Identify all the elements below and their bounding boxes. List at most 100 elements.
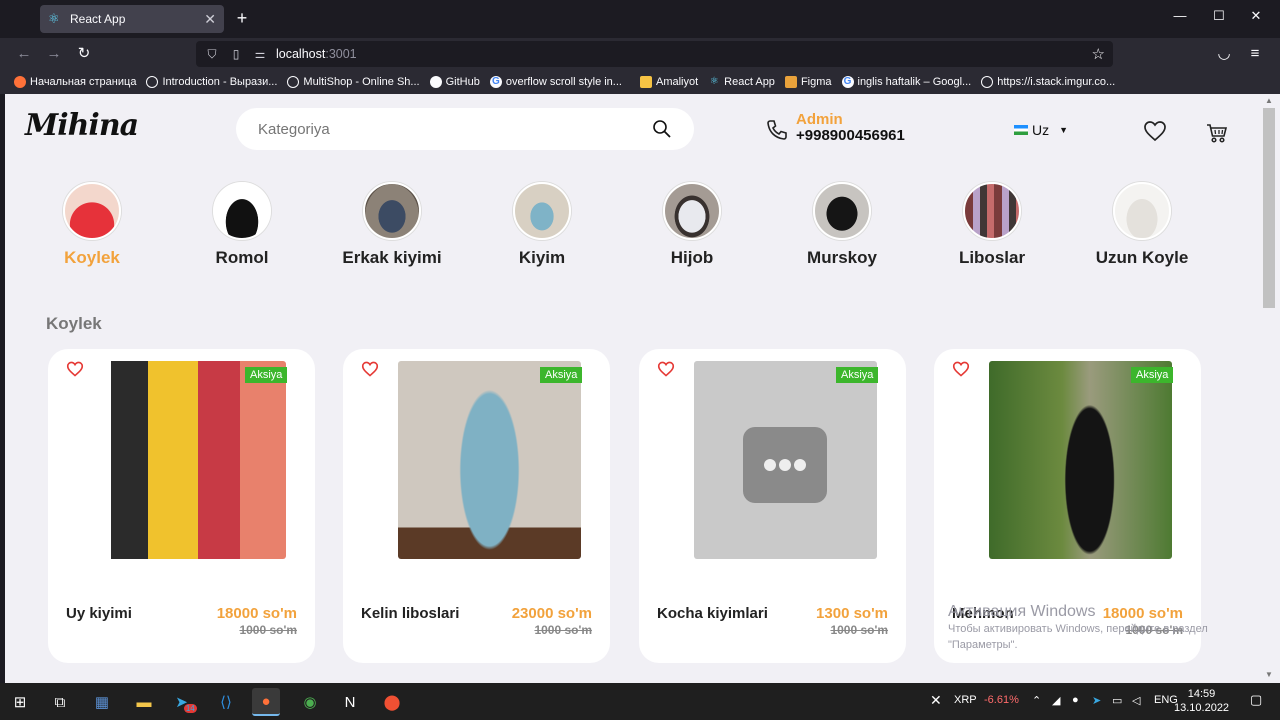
forward-icon[interactable]: → [44,44,64,64]
page-scrollbar[interactable]: ▲ ▼ [1261,94,1280,683]
react-icon: ⚛ [709,76,719,87]
file-explorer-icon[interactable]: ▬ [130,688,158,716]
bookmark-item[interactable]: GitHub [429,76,480,88]
section-title: Koylek [46,314,102,333]
heart-icon[interactable] [952,361,970,377]
url-bar[interactable]: ⛉ ▯ ⚌ localhost:3001 ☆ [196,41,1113,67]
tray-chevron-icon[interactable]: ⌃ [1032,694,1041,707]
sale-badge: Aksiya [836,367,879,383]
firefox-icon [14,76,26,88]
browser-tab[interactable]: ⚛ React App ✕ [40,5,224,33]
battery-icon[interactable]: ▭ [1112,694,1122,707]
close-window-icon[interactable]: ✕ [1246,8,1266,24]
notion-icon[interactable]: N [336,688,364,716]
bookmark-item[interactable]: Figma [784,76,832,88]
telegram-tray-icon[interactable]: ➤ [1092,694,1101,707]
globe-icon [287,76,300,88]
scroll-thumb[interactable] [1263,108,1275,308]
vscode-icon[interactable]: ⟨⟩ [212,688,240,716]
bookmark-item[interactable]: MultiShop - Online Sh... [287,76,420,88]
permissions-icon[interactable]: ⚌ [252,46,268,62]
product-image[interactable] [398,361,581,559]
clock-date: 13.10.2022 [1174,702,1230,714]
bookmark-item[interactable]: Goverflow scroll style in... [489,76,622,88]
menu-icon[interactable]: ≡ [1245,44,1265,64]
category-image [513,182,571,240]
language-label: Uz [1032,122,1050,138]
notifications-icon[interactable]: ▢ [1250,692,1262,708]
category-item[interactable]: Hijob [612,182,772,268]
category-label: Koylek [64,248,120,267]
back-icon[interactable]: ← [14,44,34,64]
cart-icon[interactable] [1206,122,1228,144]
bookmark-item[interactable]: Начальная страница [14,76,136,88]
scroll-down-icon[interactable]: ▼ [1265,670,1273,679]
calculator-icon[interactable]: ▦ [88,688,116,716]
close-tab-icon[interactable]: ✕ [204,11,216,28]
category-item[interactable]: Kiyim [462,182,622,268]
search-bar [236,108,694,150]
category-label: Romol [215,248,269,267]
clock-time: 14:59 [1187,688,1216,700]
category-item[interactable]: Romol [162,182,322,268]
ticker-change: -6.61% [984,694,1019,706]
windows-start-icon[interactable]: ⊞ [6,688,34,716]
category-label: Uzun Koyle [1095,248,1189,267]
tray-app-icon[interactable]: ● [1072,694,1079,706]
system-clock[interactable]: 14:59 13.10.2022 [1174,687,1229,715]
bookmark-item[interactable]: Ginglis haftalik – Googl... [841,76,971,88]
maximize-icon[interactable]: ☐ [1209,8,1229,24]
browser-nav-bar: ← → ↻ ⛉ ▯ ⚌ localhost:3001 ☆ ◡ ≡ [0,38,1280,70]
telegram-icon[interactable]: ➤ 14 [172,688,200,716]
ticker-icon: ✕ [930,692,942,708]
contact-phone[interactable]: +998900456961 [796,127,905,144]
product-price: 1300 so'm [816,605,888,622]
product-price: 18000 so'm [216,605,297,622]
github-icon [429,76,442,88]
bookmark-star-icon[interactable]: ☆ [1092,45,1105,63]
category-list: Koylek Romol Erkak kiyimi Kiyim Hijob Mu… [5,182,1261,272]
language-selector[interactable]: Uz ▼ [1014,122,1068,138]
category-item[interactable]: Erkak kiyimi [312,182,472,268]
category-item[interactable]: Uzun Koyle [1062,182,1222,268]
product-price: 23000 so'm [511,605,592,622]
product-card[interactable]: Aksiya Kocha kiyimlari 1300 so'm 1000 so… [639,349,906,663]
product-old-price: 1000 so'm [534,623,592,637]
new-tab-button[interactable]: + [232,8,252,28]
scroll-up-icon[interactable]: ▲ [1265,96,1273,105]
bookmark-item[interactable]: https://i.stack.imgur.co... [981,76,1115,88]
reload-icon[interactable]: ↻ [74,44,94,64]
postman-icon[interactable]: ⬤ [378,688,406,716]
chrome-icon[interactable]: ◉ [296,688,324,716]
product-card[interactable]: Aksiya Uy kiyimi 18000 so'm 1000 so'm [48,349,315,663]
category-item[interactable]: Liboslar [912,182,1072,268]
volume-icon[interactable]: ◁ [1132,694,1140,707]
heart-icon[interactable] [361,361,379,377]
url-host: localhost [276,47,326,61]
product-card[interactable]: Aksiya Kelin liboslari 23000 so'm 1000 s… [343,349,610,663]
network-icon[interactable]: ◢ [1052,694,1060,707]
site-logo[interactable]: Mihina [25,108,139,143]
product-name: Uy kiyimi [66,605,132,622]
product-image[interactable] [989,361,1172,559]
wishlist-heart-icon[interactable] [1143,120,1167,142]
bookmark-item[interactable]: Introduction - Вырази... [146,76,277,88]
search-input[interactable] [258,120,638,138]
search-icon[interactable] [652,119,672,139]
watermark-line1: Чтобы активировать Windows, перейдите в … [948,623,1208,635]
minimize-icon[interactable]: — [1170,8,1190,23]
category-item[interactable]: Koylek [12,182,172,268]
heart-icon[interactable] [66,361,84,377]
category-item[interactable]: Murskoy [762,182,922,268]
shield-icon[interactable]: ⛉ [204,46,220,62]
product-old-price: 1000 so'm [830,623,888,637]
bookmark-folder[interactable]: Amaliyot [639,76,698,88]
bookmark-item[interactable]: ⚛ React App [708,76,775,88]
pocket-icon[interactable]: ◡ [1214,44,1234,64]
product-old-price: 1000 so'm [239,623,297,637]
product-image[interactable] [103,361,286,559]
heart-icon[interactable] [657,361,675,377]
firefox-icon[interactable]: ● [252,688,280,716]
task-view-icon[interactable]: ⧉ [46,688,74,716]
product-image[interactable] [694,361,877,559]
